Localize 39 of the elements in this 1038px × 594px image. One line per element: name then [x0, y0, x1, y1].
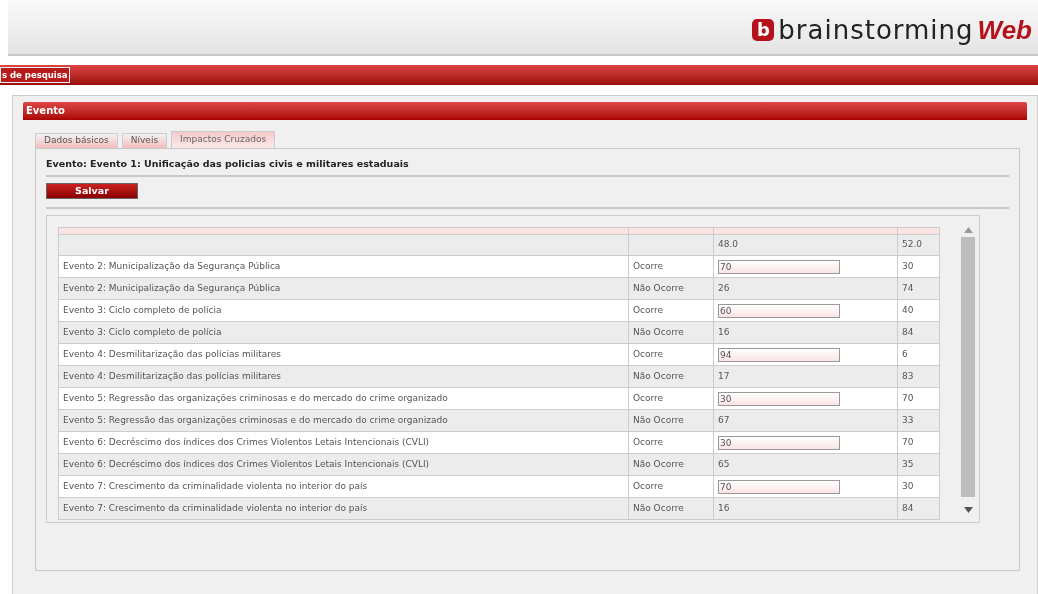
column-header: 52.0 — [902, 239, 923, 250]
event-cell: Evento 2: Municipalização da Segurança Pública — [58, 255, 629, 278]
probability-cell: 16 — [713, 497, 898, 520]
tab[interactable]: Impactos Cruzados — [171, 131, 276, 148]
scroll-up-icon[interactable] — [963, 227, 973, 233]
event-heading: Evento: Evento 1: Unificação das policias civis e militares estaduais — [46, 157, 410, 171]
event-cell: Evento 2: Municipalização da Segurança Pública — [58, 277, 629, 300]
event-cell: Evento 4: Desmilitarização das polícias militares — [58, 343, 629, 366]
event-cell: Evento 3: Ciclo completo de polícia — [58, 299, 629, 322]
probability-cell: 26 — [713, 277, 898, 300]
event-cell: Evento 4: Desmilitarização das polícias militares — [58, 365, 629, 388]
event-cell: Evento 7: Crescimento da criminalidade violenta no interior do país — [58, 475, 629, 498]
event-cell: Evento 6: Decréscimo dos índices dos Crimes Violentos Letais Intencionais (CVLI) — [58, 431, 629, 454]
logo-text: brainstorming — [778, 16, 974, 44]
scrollbar-thumb[interactable] — [961, 237, 975, 497]
tab[interactable]: Dados básicos — [35, 133, 118, 148]
event-cell: Evento 6: Decréscimo dos índices dos Crimes Violentos Letais Intencionais (CVLI) — [58, 453, 629, 476]
probability-field[interactable]: 94 — [718, 347, 840, 362]
tab[interactable]: Níveis — [121, 133, 168, 148]
probability-field[interactable]: 30 — [718, 435, 840, 450]
menu-tab[interactable]: s de pesquisa — [0, 67, 70, 83]
probability-field[interactable]: 70 — [718, 259, 840, 274]
column-header: 48.0 — [718, 239, 739, 250]
probability-cell: 16 — [713, 321, 898, 344]
event-cell: Evento 5: Regressão das organizações criminosas e do mercado do crime organizado — [58, 387, 629, 410]
probability-field[interactable]: 30 — [718, 391, 840, 406]
logo-text: Web — [977, 16, 1032, 44]
probability-cell: 65 — [713, 453, 898, 476]
event-cell: Evento 3: Ciclo completo de polícia — [58, 321, 629, 344]
probability-field[interactable]: 70 — [718, 479, 840, 494]
probability-cell: 17 — [713, 365, 898, 388]
scroll-down-icon[interactable] — [963, 507, 973, 513]
probability-field[interactable]: 60 — [718, 303, 840, 318]
panel-title: Evento — [23, 102, 1027, 120]
probability-cell: 67 — [713, 409, 898, 432]
event-cell: Evento 7: Crescimento da criminalidade violenta no interior do país — [58, 497, 629, 520]
save-button[interactable]: Salvar — [46, 183, 138, 199]
logo-mark: b — [752, 19, 775, 41]
event-cell: Evento 5: Regressão das organizações criminosas e do mercado do crime organizado — [58, 409, 629, 432]
